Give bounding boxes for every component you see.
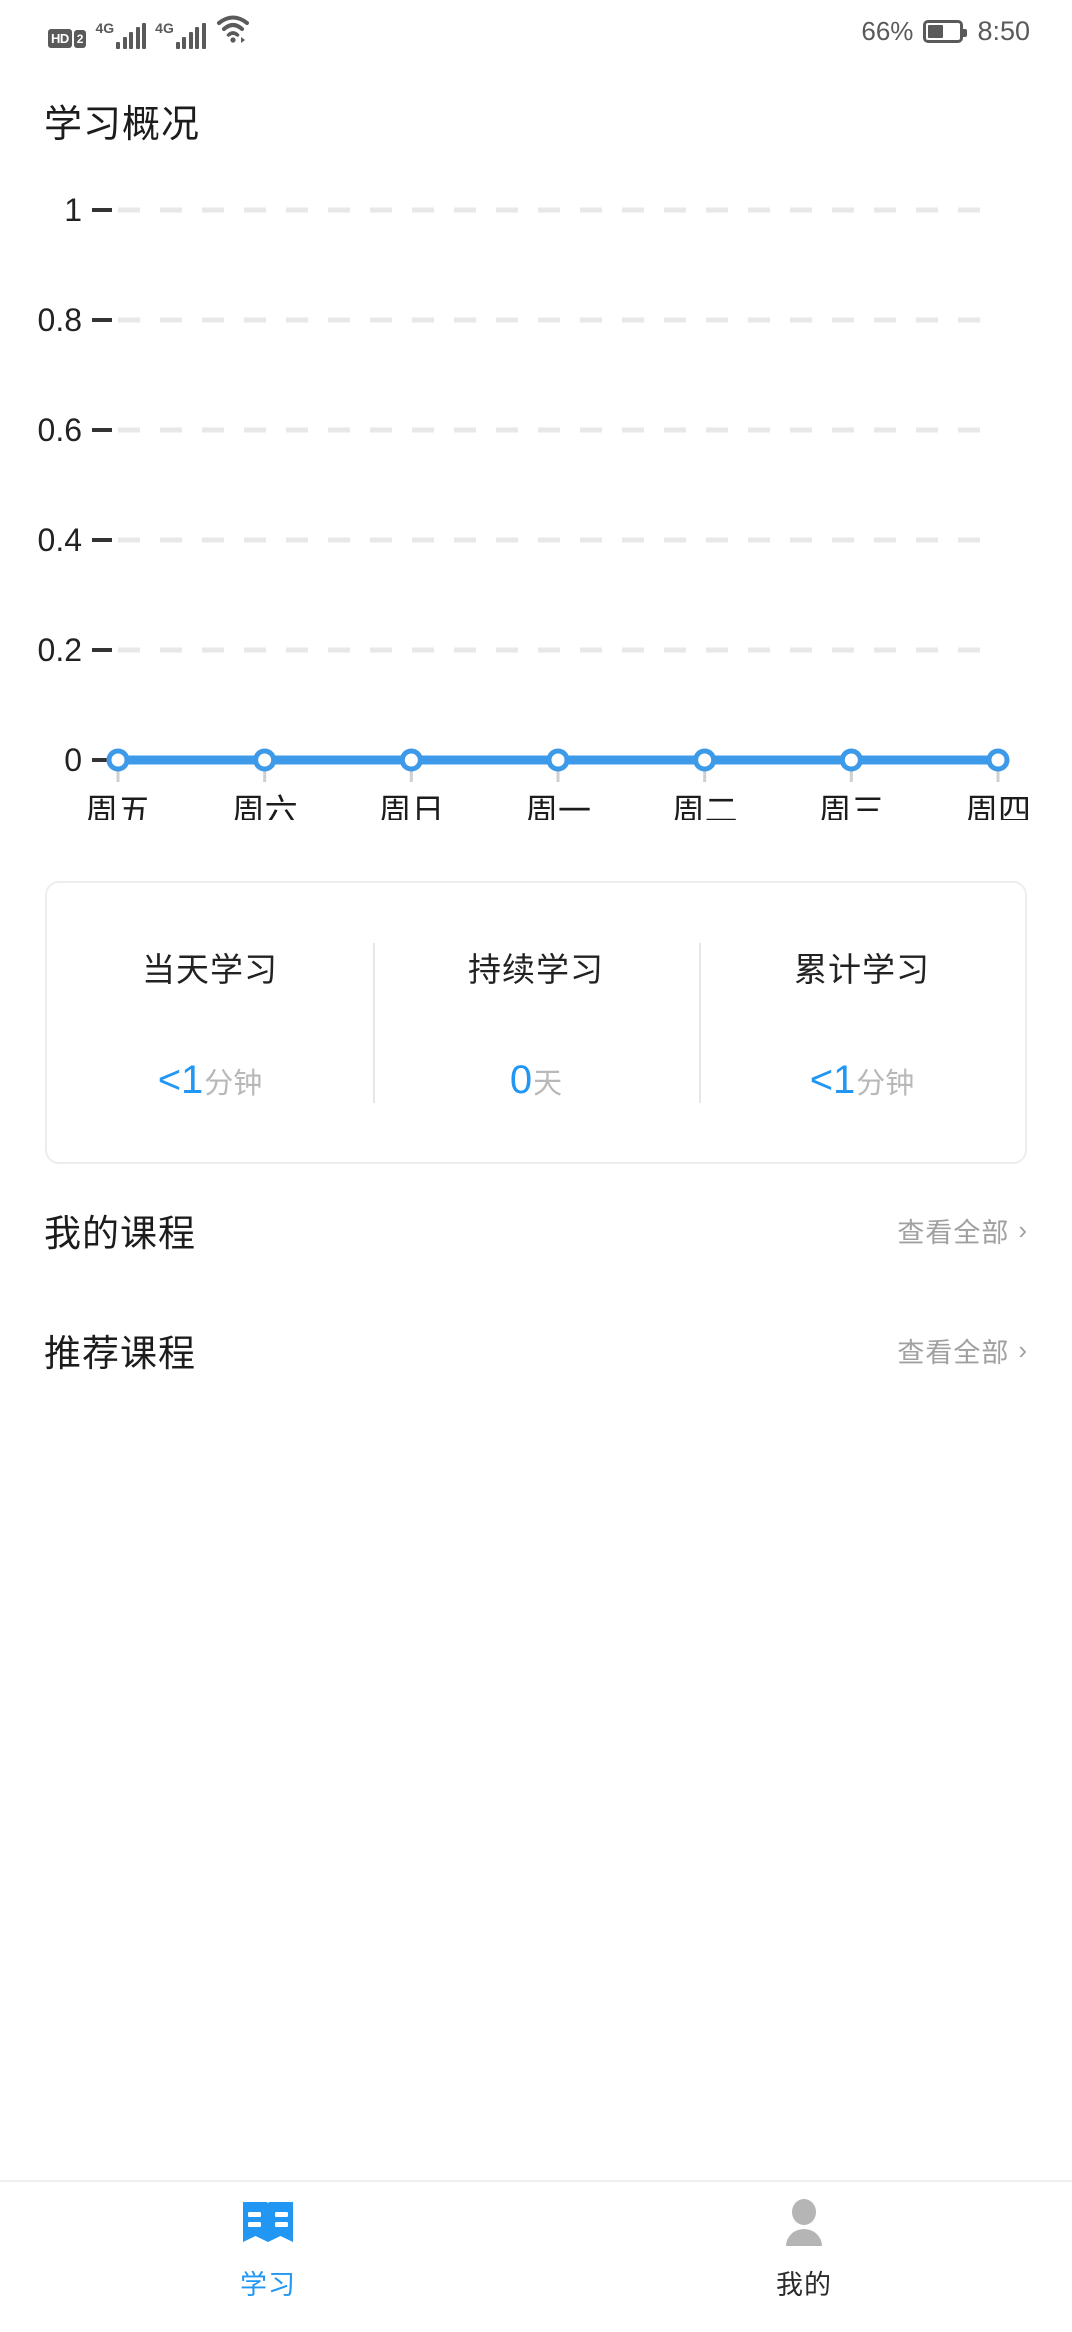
stat-total-number: 1 — [833, 1057, 856, 1102]
stat-today-unit: 分钟 — [204, 1067, 263, 1100]
x-axis-tick-label: 周日 — [378, 792, 444, 820]
study-overview-chart: 1 0.8 0.6 0.4 0.2 0 周五 周六 周日 周一 周二 周三 周四 — [0, 170, 1072, 820]
section-my-courses[interactable]: 我的课程 查看全部 › — [44, 1199, 1028, 1261]
stat-total-unit: 分钟 — [856, 1067, 915, 1100]
signal-bars-1 — [116, 23, 147, 49]
chart-canvas: 1 0.8 0.6 0.4 0.2 0周五 周六 周日 周一 周二 周三 周四 — [38, 192, 1031, 820]
stat-today-number: 1 — [181, 1057, 204, 1102]
x-axis-tick-label: 周五 — [85, 792, 151, 820]
network-type-2-label: 4G — [155, 20, 174, 36]
stat-streak-number: 0 — [509, 1057, 533, 1102]
stat-total-prefix: < — [809, 1057, 834, 1102]
status-bar: HD 2 4G 4G 66% 8:50 — [0, 0, 1072, 62]
app-screen: HD 2 4G 4G 66% 8:50 学习概况 1 0.8 0.6 0.4 0… — [0, 0, 1072, 2332]
y-axis-tick-label: 0.2 — [38, 632, 82, 668]
chevron-right-icon: › — [1018, 1215, 1028, 1245]
chart-data-point — [106, 748, 130, 772]
battery-level-fill — [928, 24, 943, 38]
stat-total-value: <1 分钟 — [810, 1058, 915, 1103]
hd-label: HD — [48, 29, 72, 48]
section-recommended-courses-title: 推荐课程 — [44, 1333, 196, 1374]
stat-streak: 持续学习 0天 — [373, 942, 699, 1103]
study-stats-card: 当天学习 <1 分钟 持续学习 0天 累计学习 <1 分钟 — [45, 881, 1027, 1164]
y-axis-tick-label: 0.4 — [38, 522, 82, 558]
tab-profile[interactable]: 我的 — [536, 2182, 1072, 2332]
view-all-label: 查看全部 — [897, 1217, 1010, 1248]
battery-percent-label: 66% — [861, 15, 914, 46]
y-axis-tick-label: 0.6 — [38, 412, 82, 448]
chart-data-point — [839, 748, 863, 772]
status-bar-left: HD 2 4G 4G — [48, 11, 251, 51]
y-axis-tick-label: 0.8 — [38, 302, 82, 338]
stat-today-prefix: < — [157, 1057, 182, 1102]
person-icon — [776, 2198, 832, 2250]
chart-data-point — [693, 748, 717, 772]
tab-study-label: 学习 — [240, 2270, 296, 2300]
x-axis-tick-label: 周四 — [965, 792, 1031, 820]
view-all-label: 查看全部 — [897, 1337, 1010, 1368]
x-axis-tick-label: 周三 — [818, 792, 884, 820]
y-axis-tick-label: 1 — [64, 192, 82, 228]
signal-1-icon: 4G — [95, 20, 147, 49]
chart-data-point — [253, 748, 277, 772]
x-axis-tick-label: 周六 — [232, 792, 298, 820]
tab-study[interactable]: 学习 — [0, 2182, 536, 2332]
hd-voice-icon: HD 2 — [48, 29, 87, 48]
battery-icon — [923, 19, 968, 43]
section-recommended-courses[interactable]: 推荐课程 查看全部 › — [44, 1319, 1028, 1381]
y-axis-tick-label: 0 — [64, 742, 82, 778]
open-book-icon — [240, 2198, 296, 2250]
bottom-navigation-bar: 学习 我的 — [0, 2180, 1072, 2332]
wifi-icon — [215, 14, 251, 49]
stat-total-label: 累计学习 — [794, 950, 930, 988]
status-bar-right: 66% 8:50 — [861, 16, 1030, 47]
x-axis-tick-label: 周二 — [672, 792, 738, 820]
chart-data-point — [546, 748, 570, 772]
stat-streak-label: 持续学习 — [468, 950, 604, 988]
stat-streak-value: 0天 — [510, 1058, 562, 1103]
stat-today-value: <1 分钟 — [158, 1058, 263, 1103]
section-recommended-courses-view-all[interactable]: 查看全部 › — [897, 1331, 1028, 1370]
chevron-right-icon: › — [1018, 1335, 1028, 1365]
signal-2-icon: 4G — [155, 21, 206, 49]
section-my-courses-view-all[interactable]: 查看全部 › — [897, 1211, 1028, 1250]
page-title: 学习概况 — [44, 104, 201, 146]
tab-profile-label: 我的 — [776, 2270, 832, 2300]
signal-bars-2 — [175, 23, 206, 49]
sim-slot-label: 2 — [73, 29, 87, 48]
section-my-courses-title: 我的课程 — [44, 1213, 196, 1254]
stat-today: 当天学习 <1 分钟 — [47, 943, 373, 1103]
chart-data-point — [986, 748, 1010, 772]
network-type-1-label: 4G — [95, 20, 115, 36]
stat-total: 累计学习 <1 分钟 — [699, 942, 1025, 1103]
stat-streak-unit: 天 — [533, 1067, 563, 1100]
stat-today-label: 当天学习 — [142, 950, 278, 988]
chart-data-point — [399, 748, 423, 772]
clock-label: 8:50 — [977, 15, 1030, 46]
x-axis-tick-label: 周一 — [525, 792, 591, 820]
